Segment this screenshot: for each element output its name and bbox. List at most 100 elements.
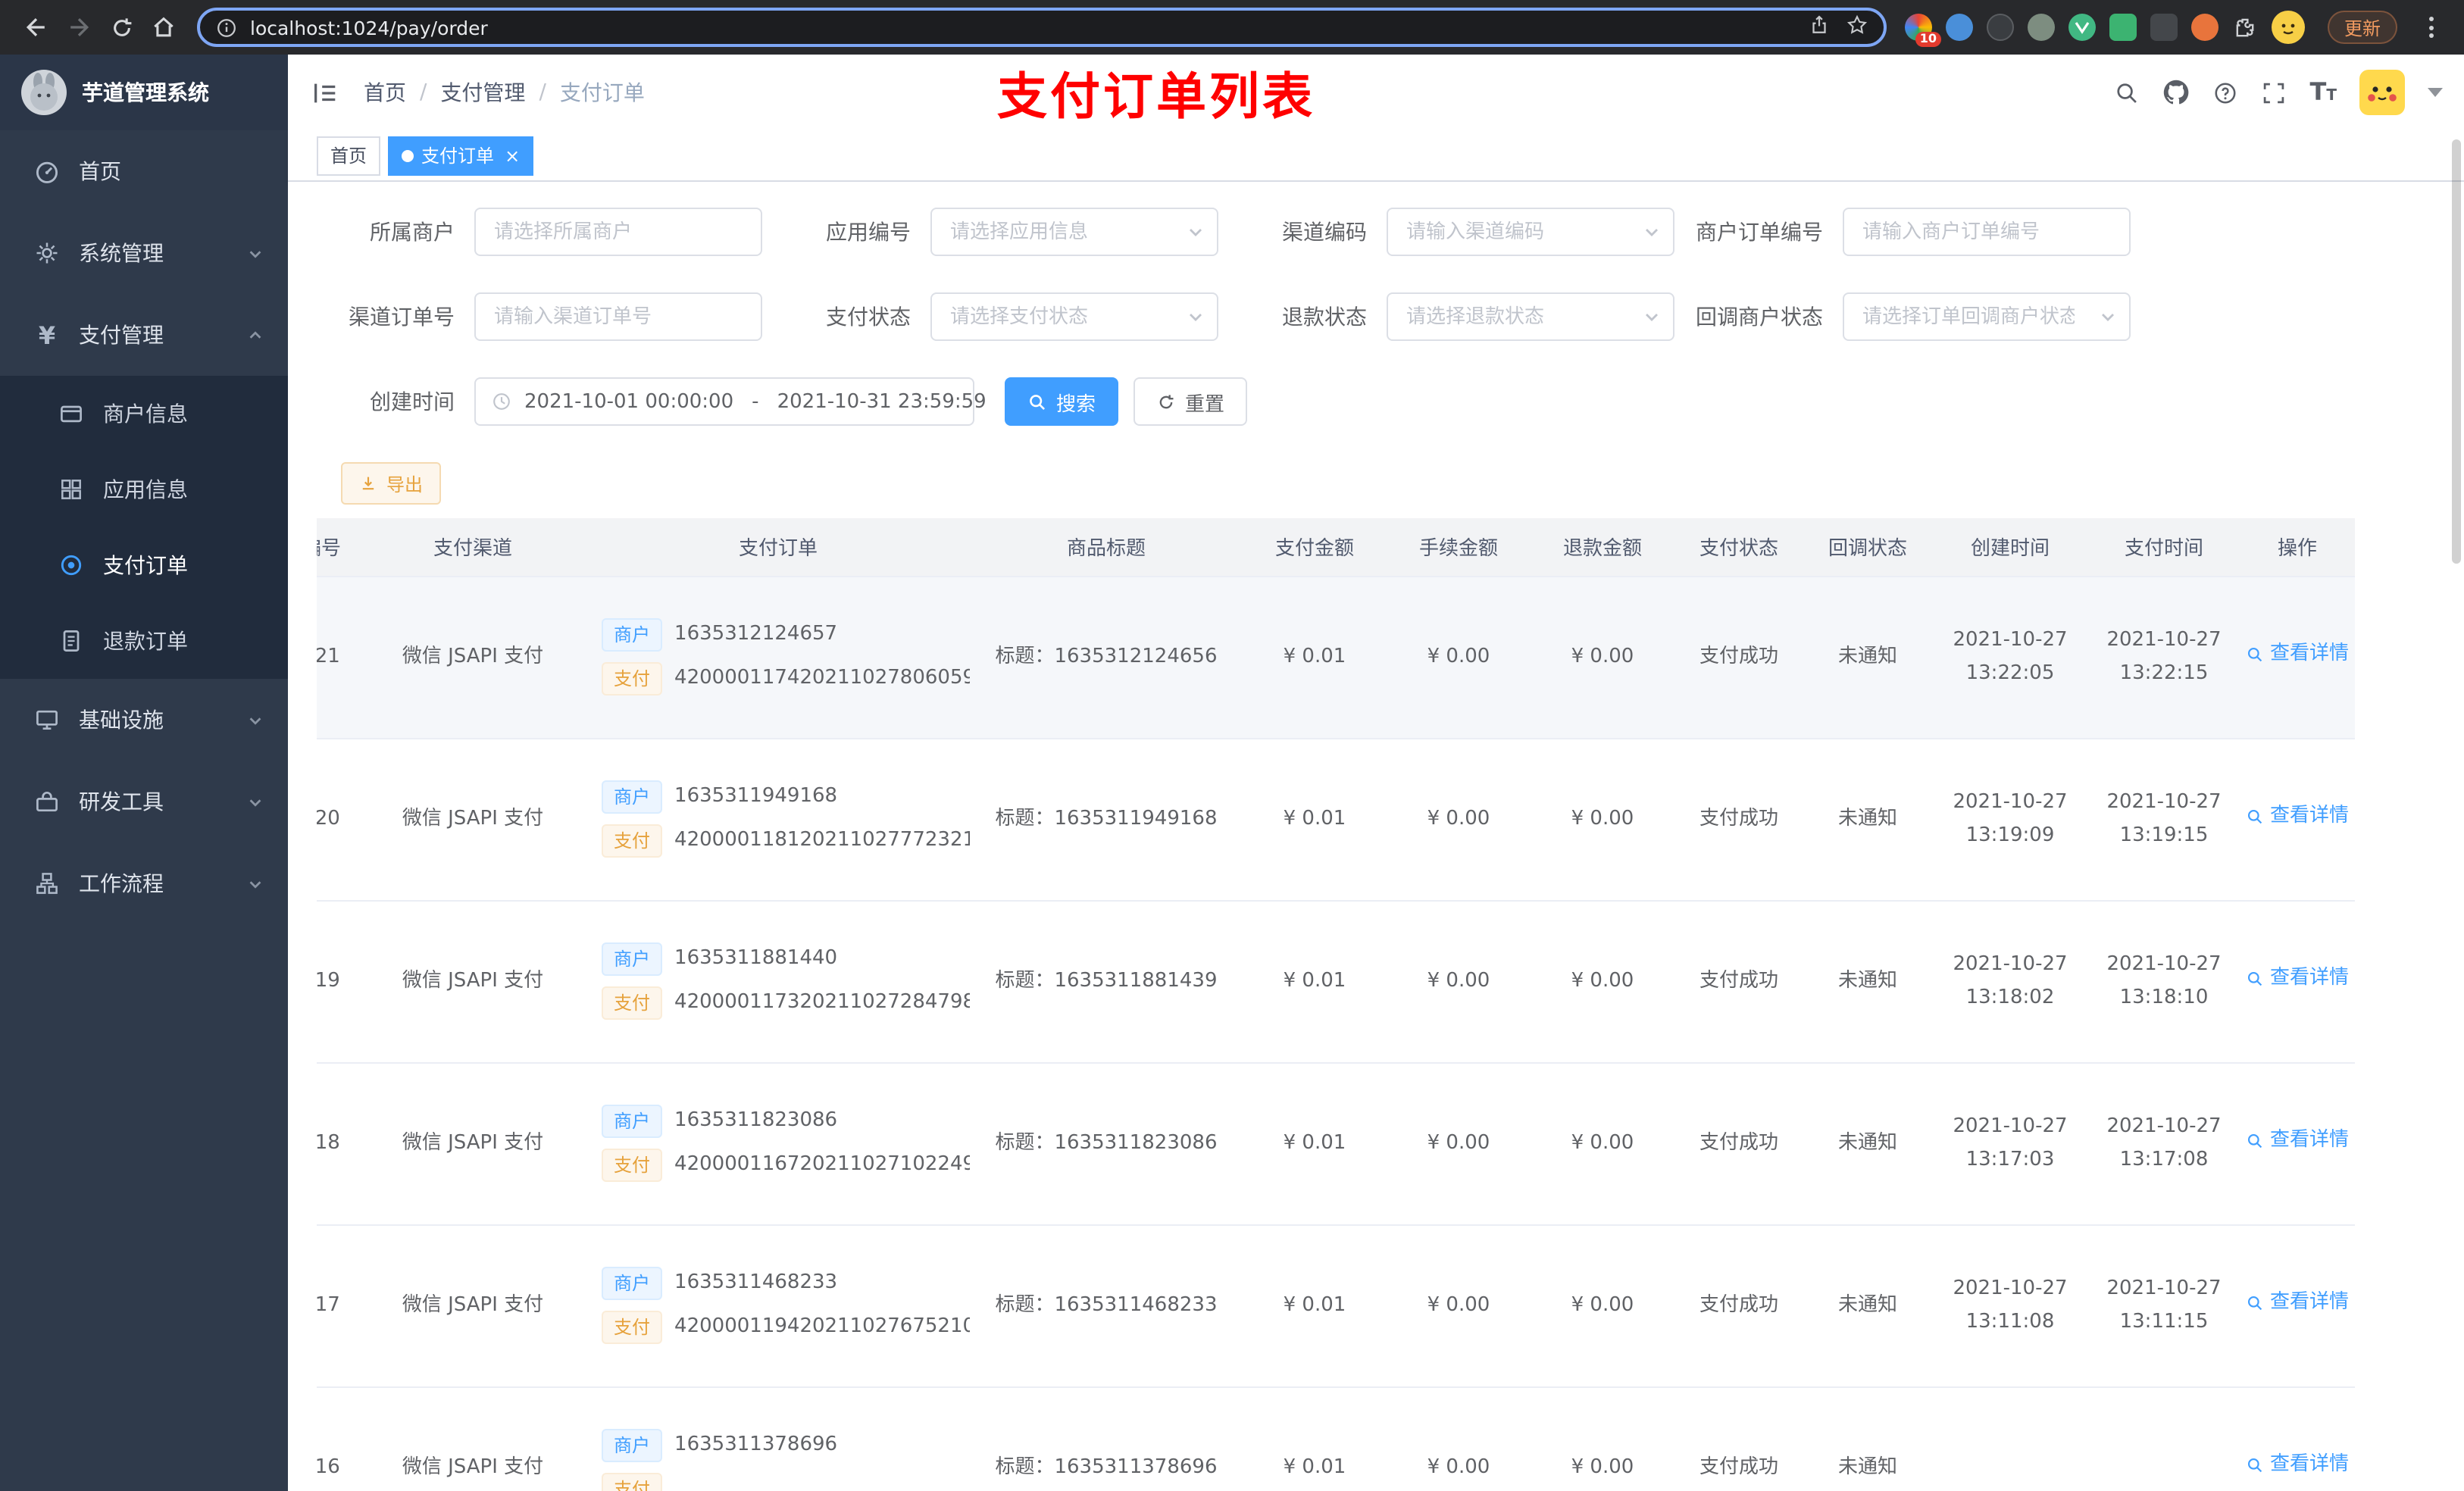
sidebar-item-label: 商户信息: [103, 403, 188, 427]
extension-icon-3[interactable]: [1986, 14, 2014, 41]
cell-notify: 未通知: [1803, 900, 1932, 1063]
export-button[interactable]: 导出: [341, 462, 442, 505]
view-detail-link[interactable]: 查看详情: [2246, 1449, 2349, 1482]
filter-row-3: 创建时间 2021-10-01 00:00:00 - 2021-10-31 23…: [317, 377, 2464, 426]
github-icon[interactable]: [2163, 79, 2190, 106]
channel-code-select[interactable]: [1387, 208, 1674, 256]
cell-status: 支付成功: [1674, 1224, 1803, 1387]
cell-refund: ¥ 0.00: [1531, 1386, 1674, 1491]
sidebar-item-app-info[interactable]: 应用信息: [0, 452, 288, 527]
refund-doc-icon: [58, 627, 85, 655]
breadcrumb-item-home[interactable]: 首页: [364, 77, 406, 108]
tab-home[interactable]: 首页: [317, 136, 381, 175]
merchant-tag: 商户: [602, 942, 663, 976]
sidebar-submenu-pay: 商户信息 应用信息 支付订单 退款订单: [0, 376, 288, 679]
filter-pay-status: 支付状态: [773, 292, 1218, 341]
sidebar-item-infra[interactable]: 基础设施: [0, 679, 288, 761]
view-detail-link[interactable]: 查看详情: [2246, 801, 2349, 833]
extension-icon-7[interactable]: [2150, 14, 2178, 41]
extension-icon-4[interactable]: [2027, 14, 2055, 41]
extension-icon-6[interactable]: [2109, 14, 2137, 41]
sidebar-item-pay-order[interactable]: 支付订单: [0, 527, 288, 603]
pay-tag: 支付: [602, 824, 663, 858]
filter-label: 渠道编码: [1282, 221, 1367, 245]
sidebar-item-label: 系统管理: [79, 242, 164, 267]
url-text: localhost:1024/pay/order: [250, 16, 488, 39]
pay-status-select[interactable]: [930, 292, 1218, 341]
refund-status-input[interactable]: [1391, 294, 1634, 339]
font-size-icon[interactable]: TT: [2310, 80, 2337, 105]
address-bar[interactable]: localhost:1024/pay/order: [197, 8, 1887, 47]
merchant-card-icon: [58, 400, 85, 427]
browser-forward-button[interactable]: [58, 6, 100, 48]
cell-actions: 查看详情: [2240, 576, 2355, 739]
tab-pay-order[interactable]: 支付订单 ×: [388, 136, 534, 175]
cell-notify: 未通知: [1803, 738, 1932, 901]
page-scrollbar[interactable]: [2452, 139, 2461, 564]
share-icon[interactable]: [1808, 14, 1831, 41]
download-icon: [362, 477, 374, 490]
extension-icon-5[interactable]: [2068, 14, 2096, 41]
sidebar-item-refund-order[interactable]: 退款订单: [0, 603, 288, 679]
extension-icon-8[interactable]: [2190, 14, 2219, 41]
merchant-order-no-input[interactable]: [1843, 208, 2131, 256]
browser-profile-avatar[interactable]: [2271, 11, 2305, 44]
merchant-select-input[interactable]: [479, 209, 758, 255]
sidebar-item-pay[interactable]: ¥ 支付管理: [0, 294, 288, 376]
app-no-select[interactable]: [930, 208, 1218, 256]
date-end: 2021-10-31 23:59:59: [777, 390, 987, 413]
channel-order-no-field[interactable]: [479, 294, 758, 339]
notify-status-input[interactable]: [1847, 294, 2090, 339]
channel-code-input[interactable]: [1391, 209, 1634, 255]
view-detail-link[interactable]: 查看详情: [2246, 639, 2349, 671]
fullscreen-icon[interactable]: [2262, 80, 2287, 105]
view-detail-link[interactable]: 查看详情: [2246, 1125, 2349, 1158]
cell-fee: ¥ 0.00: [1387, 1386, 1531, 1491]
pay-order-target-icon: [58, 552, 85, 579]
browser-update-button[interactable]: 更新: [2327, 11, 2397, 44]
search-icon[interactable]: [2115, 80, 2140, 105]
view-detail-link[interactable]: 查看详情: [2246, 963, 2349, 996]
tags-view: 首页 支付订单 ×: [288, 130, 2464, 182]
bookmark-star-icon[interactable]: [1846, 14, 1868, 41]
merchant-no: 1635311378696: [674, 1433, 838, 1457]
cell-actions: 查看详情: [2240, 738, 2355, 901]
cell-pay-order: 商户 1635311949168 支付 4200001181202110277723…: [586, 738, 970, 901]
channel-order-no-input[interactable]: [474, 292, 762, 341]
yen-icon: ¥: [38, 320, 56, 349]
browser-home-button[interactable]: [142, 6, 185, 48]
cell-created: 2021-10-27 13:19:09: [1932, 738, 2088, 901]
avatar[interactable]: [2359, 70, 2405, 115]
extension-icon-1[interactable]: 10: [1904, 14, 1941, 47]
extensions-puzzle-icon[interactable]: [2232, 14, 2258, 40]
sidebar-item-dev-tools[interactable]: 研发工具: [0, 761, 288, 842]
refund-status-select[interactable]: [1387, 292, 1674, 341]
search-button[interactable]: 搜索: [1005, 377, 1119, 426]
merchant-order-no-field[interactable]: [1847, 209, 2126, 255]
page-annotation: 支付订单列表: [997, 67, 1315, 126]
question-icon[interactable]: [2213, 80, 2239, 105]
browser-reload-button[interactable]: [100, 6, 142, 48]
browser-menu-icon[interactable]: [2420, 17, 2443, 38]
sidebar-item-home[interactable]: 首页: [0, 130, 288, 212]
notify-status-select[interactable]: [1843, 292, 2131, 341]
breadcrumb-item-pay[interactable]: 支付管理: [440, 77, 525, 108]
hamburger-button[interactable]: [288, 78, 352, 107]
sidebar-logo[interactable]: 芋道管理系统: [0, 55, 288, 130]
caret-down-icon[interactable]: [2428, 88, 2443, 97]
merchant-select[interactable]: [474, 208, 762, 256]
app-no-select-input[interactable]: [935, 209, 1177, 255]
sidebar-item-merchant-info[interactable]: 商户信息: [0, 376, 288, 452]
create-time-range-picker[interactable]: 2021-10-01 00:00:00 - 2021-10-31 23:59:5…: [474, 377, 987, 426]
tab-close-icon[interactable]: ×: [505, 146, 520, 164]
sidebar-item-workflow[interactable]: 工作流程: [0, 842, 288, 924]
chevron-down-icon: [1643, 308, 1661, 326]
payments-table-scroll[interactable]: 编号 支付渠道 支付订单 商品标题 支付金额 手续金额 退款金额 支付状态 回调…: [317, 518, 2355, 1491]
sidebar-item-system[interactable]: 系统管理: [0, 212, 288, 294]
reset-button[interactable]: 重置: [1134, 377, 1248, 426]
browser-back-button[interactable]: [15, 6, 58, 48]
extension-icon-2[interactable]: [1945, 14, 1973, 41]
view-detail-link[interactable]: 查看详情: [2246, 1287, 2349, 1320]
cell-title: 标题：1635311468233: [970, 1224, 1243, 1387]
pay-status-input[interactable]: [935, 294, 1177, 339]
